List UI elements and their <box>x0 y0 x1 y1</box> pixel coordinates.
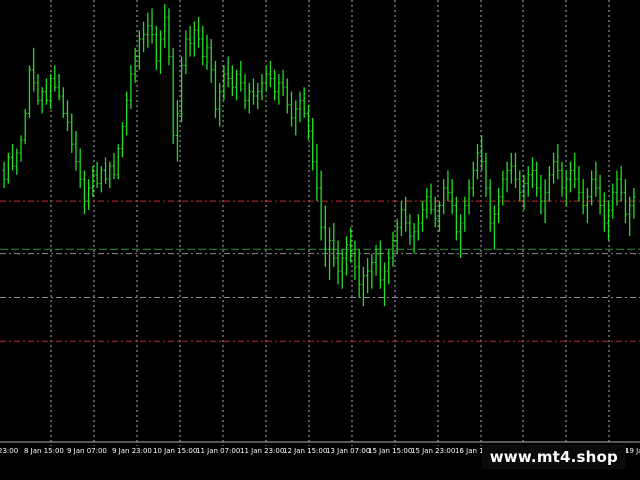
x-tick-label: 12 Jan 15:00 <box>283 447 327 455</box>
x-tick-label: 23:00 <box>0 447 18 455</box>
x-tick-label: 10 Jan 15:00 <box>153 447 197 455</box>
price-chart[interactable]: 23:00 8 Jan 15:00 9 Jan 07:00 9 Jan 23:00 10… <box>0 0 640 480</box>
chart-window[interactable]: 23:00 8 Jan 15:00 9 Jan 07:00 9 Jan 23:00 10… <box>0 0 640 480</box>
x-tick-label: 9 Jan 07:00 <box>67 447 107 455</box>
x-tick-label: 15 Jan 15:00 <box>368 447 412 455</box>
x-tick-label: 15 Jan 23:00 <box>411 447 455 455</box>
x-tick-label: 13 Jan 07:00 <box>326 447 370 455</box>
x-tick-label: 9 Jan 23:00 <box>112 447 152 455</box>
x-tick-label: 11 Jan 07:00 <box>196 447 240 455</box>
x-tick-label: 8 Jan 15:00 <box>24 447 64 455</box>
watermark: www.mt4.shop <box>481 445 626 469</box>
x-tick-label: 11 Jan 23:00 <box>240 447 284 455</box>
x-tick-label: 19 Jan <box>625 447 640 455</box>
